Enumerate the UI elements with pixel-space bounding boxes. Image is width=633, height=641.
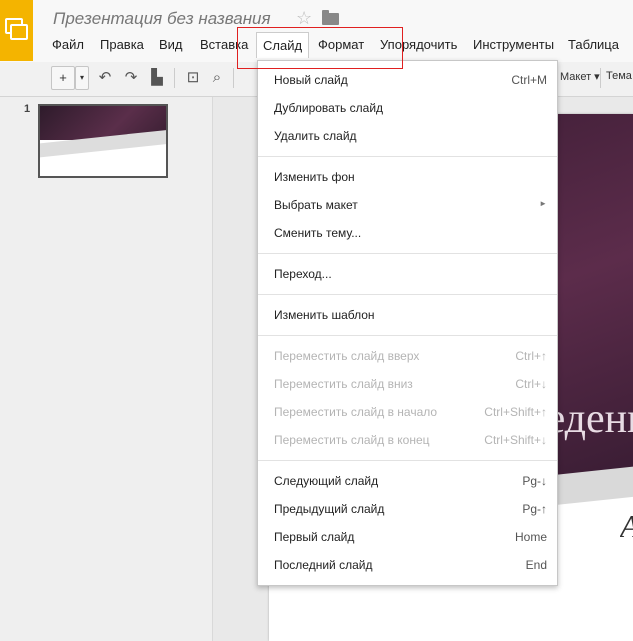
menu-item-label: Переместить слайд в начало: [274, 405, 438, 419]
menu-item-shortcut: Ctrl+Shift+↓: [484, 433, 547, 447]
layout-button[interactable]: Макет ▾: [560, 70, 600, 83]
paint-format-icon[interactable]: ▙: [147, 68, 167, 88]
toolbar-divider: [600, 68, 601, 88]
folder-icon[interactable]: [322, 10, 339, 25]
menu-insert[interactable]: Вставка: [194, 35, 254, 55]
menu-item-delete-slide[interactable]: Удалить слайд: [258, 122, 557, 150]
filmstrip-panel: 1: [0, 97, 213, 641]
menu-item-choose-layout[interactable]: Выбрать макет ►: [258, 191, 557, 219]
fit-screen-icon[interactable]: ⊡: [183, 68, 203, 88]
slide-menu-dropdown: Новый слайд Ctrl+M Дублировать слайд Уда…: [257, 60, 558, 586]
menu-item-label: Выбрать макет: [274, 198, 358, 212]
menu-item-shortcut: Home: [514, 530, 547, 544]
menu-format[interactable]: Формат: [312, 35, 370, 55]
menu-item-label: Следующий слайд: [274, 474, 379, 488]
menu-item-last-slide[interactable]: Последний слайд End: [258, 551, 557, 579]
menu-item-label: Переместить слайд в конец: [274, 433, 430, 447]
menu-item-previous-slide[interactable]: Предыдущий слайд Pg-↑: [258, 495, 557, 523]
new-slide-button[interactable]: +: [51, 66, 75, 90]
menu-item-shortcut: Pg-↓: [522, 474, 547, 488]
new-slide-dropdown[interactable]: ▾: [75, 66, 89, 90]
menu-item-label: Предыдущий слайд: [274, 502, 385, 516]
theme-button[interactable]: Тема: [606, 70, 632, 82]
menu-item-label: Новый слайд: [274, 73, 348, 87]
menu-item-duplicate-slide[interactable]: Дублировать слайд: [258, 94, 557, 122]
menu-item-move-slide-down[interactable]: Переместить слайд вниз Ctrl+↓: [258, 370, 557, 398]
menu-tools[interactable]: Инструменты: [467, 35, 560, 55]
menu-separator: [258, 335, 557, 336]
slide-number: 1: [24, 103, 31, 115]
menu-item-first-slide[interactable]: Первый слайд Home: [258, 523, 557, 551]
menu-item-change-background[interactable]: Изменить фон: [258, 163, 557, 191]
menu-item-label: Дублировать слайд: [274, 101, 384, 115]
menu-separator: [258, 460, 557, 461]
star-icon[interactable]: ☆: [296, 8, 312, 29]
menu-separator: [258, 156, 557, 157]
menu-item-label: Изменить фон: [274, 170, 355, 184]
menu-item-label: Переход...: [274, 267, 332, 281]
menu-item-edit-master[interactable]: Изменить шаблон: [258, 301, 557, 329]
zoom-icon[interactable]: ⌕: [207, 68, 227, 88]
menu-item-label: Последний слайд: [274, 558, 373, 572]
menu-file[interactable]: Файл: [46, 35, 90, 55]
document-title[interactable]: Презентация без названия: [53, 9, 271, 29]
menu-item-new-slide[interactable]: Новый слайд Ctrl+M: [258, 66, 557, 94]
menu-item-shortcut: Ctrl+↑: [515, 349, 547, 363]
menu-item-label: Удалить слайд: [274, 129, 357, 143]
menu-item-move-slide-up[interactable]: Переместить слайд вверх Ctrl+↑: [258, 342, 557, 370]
menu-item-shortcut: Ctrl+M: [511, 73, 547, 87]
menu-item-label: Изменить шаблон: [274, 308, 375, 322]
slide-thumbnail[interactable]: [38, 104, 168, 178]
toolbar-divider: [233, 68, 234, 88]
menu-item-label: Переместить слайд вниз: [274, 377, 413, 391]
menu-item-shortcut: Pg-↑: [522, 502, 547, 516]
menu-item-shortcut: End: [525, 558, 547, 572]
menu-separator: [258, 253, 557, 254]
menu-item-move-slide-to-start[interactable]: Переместить слайд в начало Ctrl+Shift+↑: [258, 398, 557, 426]
menu-item-shortcut: Ctrl+↓: [515, 377, 547, 391]
menu-item-transition[interactable]: Переход...: [258, 260, 557, 288]
submenu-arrow-icon: ►: [539, 199, 547, 208]
menu-slide[interactable]: Слайд: [256, 32, 310, 58]
menu-view[interactable]: Вид: [153, 35, 189, 55]
slides-app-icon[interactable]: [0, 0, 33, 61]
toolbar-divider: [174, 68, 175, 88]
menu-item-label: Первый слайд: [274, 530, 355, 544]
menu-table[interactable]: Таблица: [562, 35, 625, 55]
menu-edit[interactable]: Правка: [94, 35, 150, 55]
slide-subtitle-text[interactable]: A: [620, 508, 633, 545]
menu-item-label: Сменить тему...: [274, 226, 362, 240]
redo-icon[interactable]: ↷: [121, 68, 141, 88]
slides-logo-icon-back: [10, 24, 28, 40]
undo-icon[interactable]: ↶: [95, 68, 115, 88]
menu-item-shortcut: Ctrl+Shift+↑: [484, 405, 547, 419]
menu-item-move-slide-to-end[interactable]: Переместить слайд в конец Ctrl+Shift+↓: [258, 426, 557, 454]
menu-item-label: Переместить слайд вверх: [274, 349, 420, 363]
menu-item-change-theme[interactable]: Сменить тему...: [258, 219, 557, 247]
menu-arrange[interactable]: Упорядочить: [374, 35, 463, 55]
menu-separator: [258, 294, 557, 295]
menu-item-next-slide[interactable]: Следующий слайд Pg-↓: [258, 467, 557, 495]
